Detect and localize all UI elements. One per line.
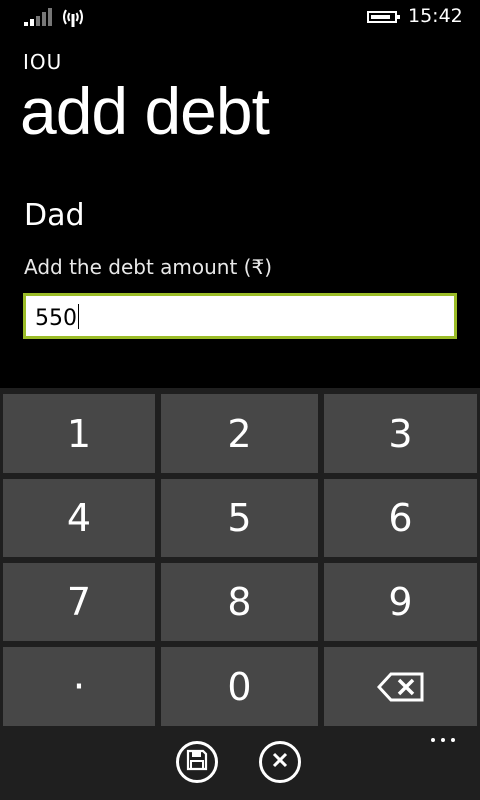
key-0[interactable]: 0	[161, 647, 318, 726]
key-2[interactable]: 2	[161, 394, 318, 473]
wifi-icon	[60, 7, 86, 27]
app-title: IOU	[23, 50, 63, 74]
battery-icon	[367, 11, 400, 23]
more-dots-icon[interactable]	[431, 736, 457, 746]
amount-input-value: 550	[35, 304, 79, 331]
app-bar	[0, 730, 480, 800]
cancel-button[interactable]	[259, 741, 301, 783]
key-7[interactable]: 7	[3, 563, 155, 641]
key-9[interactable]: 9	[324, 563, 477, 641]
key-3[interactable]: 3	[324, 394, 477, 473]
save-button[interactable]	[176, 741, 218, 783]
numeric-keypad: 1 2 3 4 5 6 7 8 9 · 0	[0, 388, 480, 730]
amount-input[interactable]: 550	[23, 293, 457, 339]
signal-bars-icon	[24, 8, 58, 26]
key-6[interactable]: 6	[324, 479, 477, 557]
status-bar: 15:42	[0, 0, 480, 32]
clock: 15:42	[408, 5, 463, 27]
page-title: add debt	[20, 74, 270, 148]
save-icon	[186, 749, 208, 775]
text-caret	[78, 304, 79, 329]
amount-label: Add the debt amount (₹)	[24, 255, 273, 279]
key-8[interactable]: 8	[161, 563, 318, 641]
person-name: Dad	[24, 198, 85, 233]
backspace-key[interactable]	[324, 647, 477, 726]
key-1[interactable]: 1	[3, 394, 155, 473]
key-4[interactable]: 4	[3, 479, 155, 557]
key-decimal[interactable]: ·	[3, 647, 155, 726]
key-5[interactable]: 5	[161, 479, 318, 557]
cancel-icon	[271, 751, 289, 773]
backspace-icon	[376, 671, 425, 703]
